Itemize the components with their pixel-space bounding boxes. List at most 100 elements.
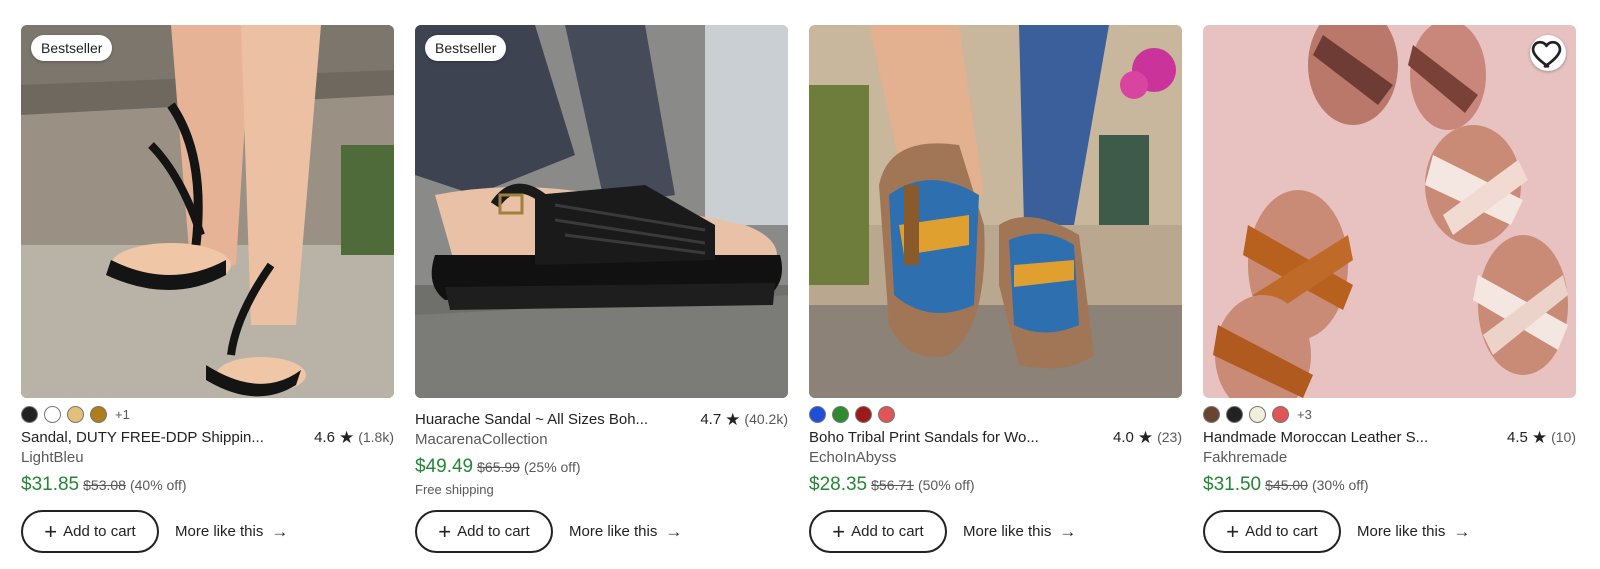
- more-like-this-link[interactable]: More like this →: [1353, 514, 1474, 550]
- more-like-this-link[interactable]: More like this →: [959, 514, 1080, 550]
- plus-icon: +: [44, 518, 58, 544]
- discount: (40% off): [129, 477, 187, 493]
- swatch-brown[interactable]: [90, 405, 107, 423]
- rating: 4.7 ★ (40.2k): [700, 411, 788, 428]
- listing-image[interactable]: Bestseller: [21, 25, 394, 398]
- add-to-cart-label: Add to cart: [457, 523, 530, 540]
- review-count: (23): [1157, 429, 1182, 445]
- listing-image[interactable]: Bestseller: [415, 25, 788, 398]
- more-like-this-label: More like this: [569, 523, 658, 540]
- shop-name[interactable]: LightBleu: [21, 449, 394, 469]
- more-like-this-label: More like this: [1357, 523, 1446, 540]
- swatch-more-count[interactable]: +1: [115, 407, 130, 422]
- swatch-more-count[interactable]: +3: [1297, 407, 1312, 422]
- swatch-brown[interactable]: [1203, 405, 1220, 423]
- add-to-cart-button[interactable]: + Add to cart: [415, 510, 553, 553]
- more-like-this-label: More like this: [963, 523, 1052, 540]
- heart-icon: [1531, 40, 1562, 68]
- rating-value: 4.5: [1506, 428, 1528, 446]
- more-like-this-label: More like this: [175, 523, 264, 540]
- bestseller-badge: Bestseller: [425, 35, 507, 61]
- more-like-this-link[interactable]: More like this →: [171, 514, 292, 550]
- listing-card[interactable]: +3 Handmade Moroccan Leather S... 4.5 ★ …: [1203, 25, 1576, 553]
- add-to-cart-button[interactable]: + Add to cart: [1203, 510, 1341, 553]
- listing-image[interactable]: [809, 25, 1182, 398]
- price-row: $31.50 $45.00 (30% off): [1203, 474, 1576, 498]
- bestseller-badge: Bestseller: [31, 35, 113, 61]
- shop-name[interactable]: MacarenaCollection: [415, 431, 788, 451]
- listing-title[interactable]: Boho Tribal Print Sandals for Wo...: [809, 429, 1039, 446]
- listing-title[interactable]: Huarache Sandal ~ All Sizes Boh...: [415, 411, 648, 428]
- star-icon: ★: [1531, 427, 1548, 447]
- price-row: $49.49 $65.99 (25% off): [415, 456, 788, 480]
- sandal-photo-icon: [21, 25, 394, 398]
- title-row: Sandal, DUTY FREE-DDP Shippin... 4.6 ★ (…: [21, 427, 394, 447]
- plus-icon: +: [832, 518, 846, 544]
- review-count: (10): [1551, 429, 1576, 445]
- original-price: $56.71: [871, 477, 914, 493]
- title-row: Boho Tribal Print Sandals for Wo... 4.0 …: [809, 427, 1182, 447]
- card-actions: + Add to cart More like this →: [21, 510, 292, 553]
- swatch-cream[interactable]: [1249, 405, 1266, 423]
- arrow-right-icon: →: [1059, 521, 1077, 541]
- shop-name[interactable]: Fakhremade: [1203, 449, 1576, 469]
- price-row: $28.35 $56.71 (50% off): [809, 474, 1182, 498]
- title-row: Handmade Moroccan Leather S... 4.5 ★ (10…: [1203, 427, 1576, 447]
- swatch-tan[interactable]: [67, 405, 84, 423]
- rating-value: 4.6: [314, 428, 335, 446]
- plus-icon: +: [1226, 518, 1240, 544]
- listing-card[interactable]: Bestseller +1 Sandal, DUTY FREE-DDP Ship…: [21, 25, 394, 553]
- color-swatches: [809, 405, 1182, 423]
- rating: 4.5 ★ (10): [1507, 429, 1576, 446]
- sandal-photo-icon: [809, 25, 1182, 398]
- arrow-right-icon: →: [665, 521, 683, 541]
- color-swatches: +1: [21, 405, 394, 423]
- review-count: (40.2k): [744, 411, 788, 427]
- add-to-cart-label: Add to cart: [63, 523, 136, 540]
- star-icon: ★: [338, 427, 355, 447]
- swatch-red[interactable]: [878, 405, 895, 423]
- card-actions: + Add to cart More like this →: [1203, 510, 1474, 553]
- discount: (50% off): [917, 477, 975, 493]
- card-actions: + Add to cart More like this →: [809, 510, 1080, 553]
- add-to-cart-button[interactable]: + Add to cart: [21, 510, 159, 553]
- favorite-button[interactable]: [1530, 35, 1566, 71]
- card-actions: + Add to cart More like this →: [415, 510, 686, 553]
- star-icon: ★: [1137, 427, 1154, 447]
- original-price: $53.08: [83, 477, 126, 493]
- price-row: $31.85 $53.08 (40% off): [21, 474, 394, 498]
- swatch-green[interactable]: [832, 405, 849, 423]
- listing-title[interactable]: Handmade Moroccan Leather S...: [1203, 429, 1428, 446]
- sandal-photo-icon: [1203, 25, 1576, 398]
- listing-image[interactable]: [1203, 25, 1576, 398]
- arrow-right-icon: →: [271, 521, 289, 541]
- rating: 4.0 ★ (23): [1113, 429, 1182, 446]
- swatch-white[interactable]: [44, 405, 61, 423]
- more-like-this-link[interactable]: More like this →: [565, 514, 686, 550]
- listing-title[interactable]: Sandal, DUTY FREE-DDP Shippin...: [21, 429, 264, 446]
- original-price: $45.00: [1265, 477, 1308, 493]
- discount: (30% off): [1311, 477, 1369, 493]
- listing-card[interactable]: Boho Tribal Print Sandals for Wo... 4.0 …: [809, 25, 1182, 553]
- star-icon: ★: [725, 409, 741, 429]
- shop-name[interactable]: EchoInAbyss: [809, 449, 1182, 469]
- rating-value: 4.7: [700, 410, 722, 428]
- rating-value: 4.0: [1112, 428, 1134, 446]
- plus-icon: +: [438, 518, 452, 544]
- add-to-cart-button[interactable]: + Add to cart: [809, 510, 947, 553]
- discount: (25% off): [523, 459, 581, 475]
- rating: 4.6 ★ (1.8k): [314, 429, 394, 446]
- swatch-black[interactable]: [21, 405, 38, 423]
- add-to-cart-label: Add to cart: [1245, 523, 1318, 540]
- sale-price: $28.35: [809, 474, 868, 495]
- sale-price: $31.85: [21, 474, 80, 495]
- color-swatches: +3: [1203, 405, 1576, 423]
- swatch-black[interactable]: [1226, 405, 1243, 423]
- listing-card[interactable]: Bestseller Huarache Sandal ~ All Sizes B…: [415, 25, 788, 553]
- original-price: $65.99: [477, 459, 520, 475]
- swatch-dark-red[interactable]: [855, 405, 872, 423]
- swatch-blue[interactable]: [809, 405, 826, 423]
- sale-price: $49.49: [415, 456, 474, 477]
- swatch-red[interactable]: [1272, 405, 1289, 423]
- add-to-cart-label: Add to cart: [851, 523, 924, 540]
